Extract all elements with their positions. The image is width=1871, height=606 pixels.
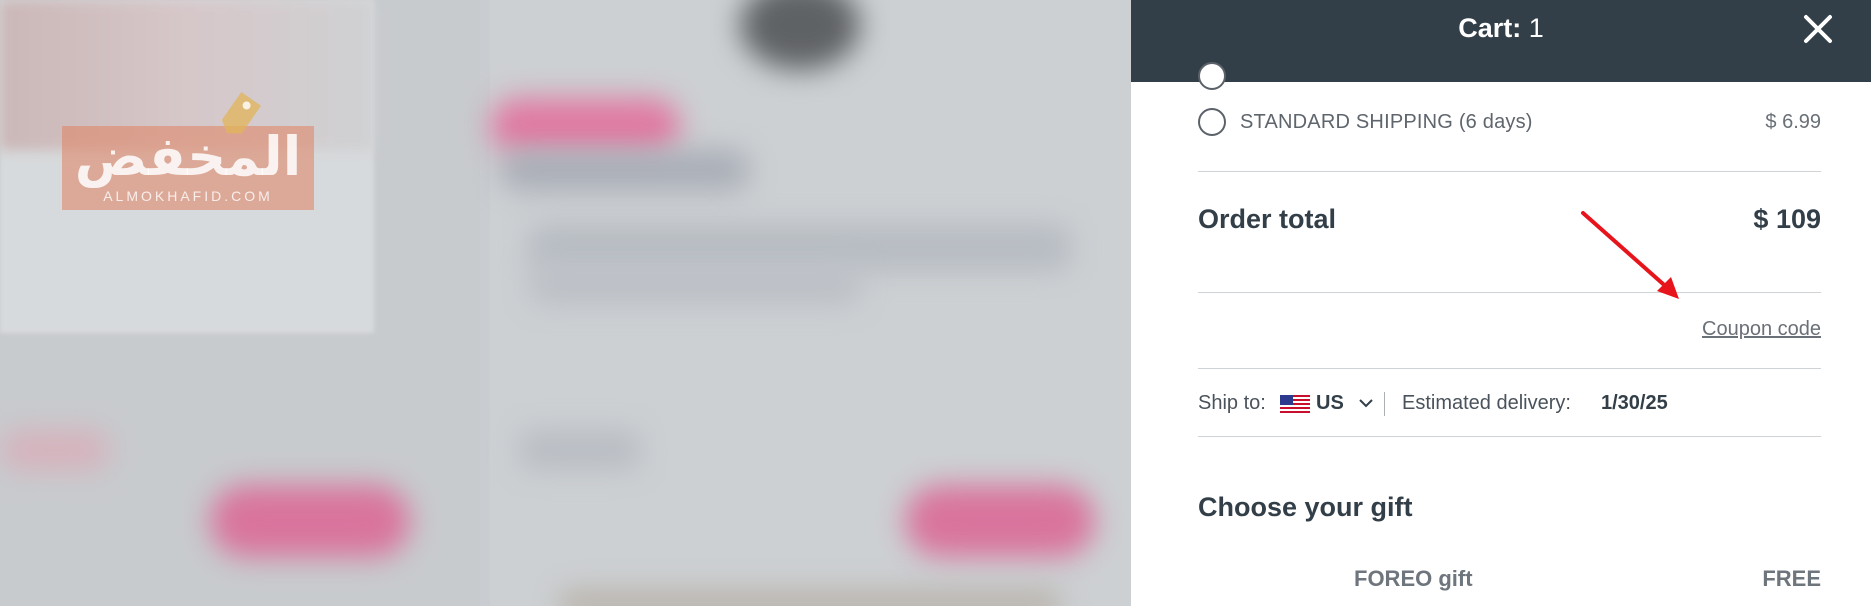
gift-item-name: FOREO gift xyxy=(1354,566,1473,591)
bg-blur-badge xyxy=(490,98,680,154)
divider xyxy=(1198,436,1821,437)
cart-title: Cart: 1 xyxy=(1131,0,1871,56)
bg-blur-text xyxy=(530,265,860,305)
divider xyxy=(1198,171,1821,172)
shipping-option-label: STANDARD SHIPPING (6 days) xyxy=(1240,111,1533,133)
bg-blur-text xyxy=(520,430,640,470)
bg-blur-text xyxy=(530,225,1070,270)
watermark-logo: المخفض ALMOKHAFID.COM xyxy=(62,82,314,210)
shipping-option-standard[interactable]: STANDARD SHIPPING (6 days) $ 6.99 xyxy=(1198,104,1821,140)
watermark-latin-text: ALMOKHAFID.COM xyxy=(103,188,273,204)
estimated-delivery-date: 1/30/25 xyxy=(1601,392,1668,414)
radio-button[interactable] xyxy=(1198,62,1226,90)
separator xyxy=(1384,392,1385,416)
chevron-down-icon[interactable] xyxy=(1358,396,1374,410)
gift-section-title: Choose your gift xyxy=(1198,492,1413,522)
gift-item-price: FREE xyxy=(1762,566,1821,591)
order-total-label: Order total xyxy=(1198,204,1337,234)
order-total-row: Order total $ 109 xyxy=(1198,200,1821,240)
bg-blur-button xyxy=(905,485,1095,557)
cart-title-label: Cart: xyxy=(1458,13,1522,43)
bg-blur-text xyxy=(500,150,750,190)
coupon-code-link[interactable]: Coupon code xyxy=(1702,318,1821,341)
cart-drawer: Cart: 1 STANDARD SHIPPING (6 days) $ 6.9… xyxy=(1131,0,1871,606)
watermark-arabic-text: المخفض xyxy=(74,125,302,188)
gift-item[interactable]: FOREO gift FREE xyxy=(1198,566,1821,598)
bg-blur-button xyxy=(210,485,410,557)
background-page: المخفض ALMOKHAFID.COM xyxy=(0,0,1131,606)
bg-blur-text xyxy=(0,430,110,470)
us-flag-icon[interactable] xyxy=(1280,395,1310,413)
cart-item-count: 1 xyxy=(1528,13,1544,43)
order-total-value: $ 109 xyxy=(1753,204,1821,234)
ship-to-label: Ship to: xyxy=(1198,392,1266,414)
bg-blur-shape xyxy=(560,590,1060,606)
shipping-option-partial[interactable] xyxy=(1198,62,1821,90)
delivery-info-row: Ship to: US Estimated delivery: 1/30/25 xyxy=(1198,388,1821,420)
shipping-option-price: $ 6.99 xyxy=(1765,111,1821,133)
estimated-delivery-label: Estimated delivery: xyxy=(1402,392,1571,414)
shipping-radio-button[interactable] xyxy=(1198,108,1226,136)
close-button[interactable] xyxy=(1801,12,1835,46)
close-icon xyxy=(1804,15,1832,43)
divider xyxy=(1198,292,1821,293)
ship-to-country[interactable]: US xyxy=(1316,392,1344,415)
divider xyxy=(1198,368,1821,369)
